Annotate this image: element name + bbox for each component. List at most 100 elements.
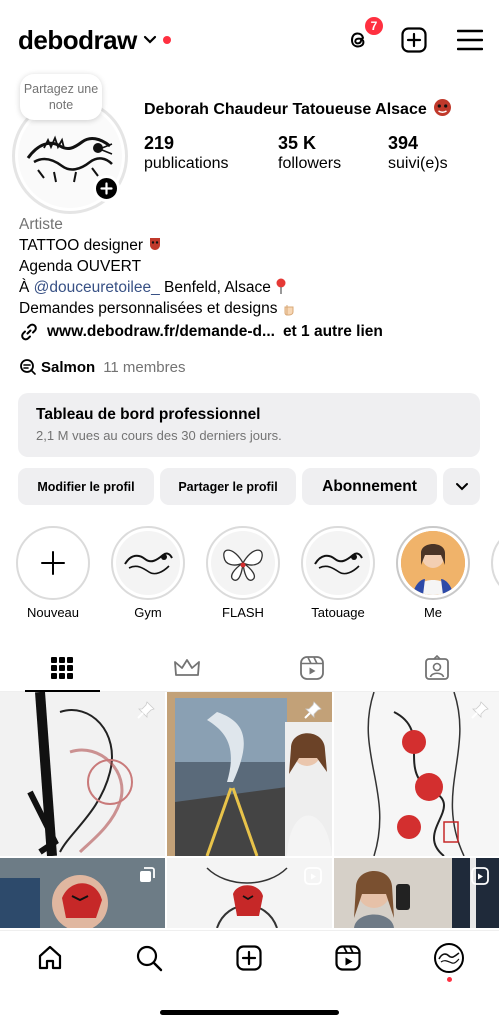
search-icon [136, 945, 163, 972]
link-url[interactable]: www.debodraw.fr/demande-d... [47, 323, 275, 341]
nav-reels[interactable] [333, 943, 363, 973]
nav-home[interactable] [35, 943, 65, 973]
reels-icon [299, 655, 324, 680]
share-profile-button[interactable]: Partager le profil [160, 468, 296, 505]
link-icon [21, 323, 37, 341]
tab-grid[interactable] [0, 644, 125, 692]
threads-button[interactable]: 7 [343, 15, 385, 55]
home-icon [38, 945, 62, 970]
top-actions: 7 [343, 15, 485, 55]
broadcast-channel[interactable]: Salmon 11 membres [19, 358, 185, 376]
full-name-text: Deborah Chaudeur Tatoueuse Alsace [144, 101, 427, 118]
profile-stats: 219 publications 35 K followers 394 suiv… [144, 133, 498, 175]
nav-search[interactable] [134, 943, 164, 973]
pin-icon [470, 700, 490, 725]
add-story-button[interactable] [93, 175, 120, 202]
highlight-label: Me [423, 605, 443, 620]
stat-following[interactable]: 394 suivi(e)s [388, 133, 498, 175]
suggestions-button[interactable] [443, 468, 480, 505]
butterfly-thumbnail [211, 531, 275, 595]
tab-reels[interactable] [250, 644, 375, 691]
bio-line: Demandes personnalisées et designs [19, 298, 483, 319]
highlight-me[interactable]: Me [395, 526, 471, 620]
post-thumbnail[interactable] [167, 858, 332, 928]
post-thumbnail[interactable] [334, 692, 499, 856]
mask-emoji-icon [433, 98, 452, 122]
note-bubble[interactable]: Partagez une note [20, 74, 102, 120]
crown-icon [174, 658, 201, 676]
post-thumbnail[interactable] [0, 692, 165, 856]
channel-icon [20, 359, 36, 375]
profile-tabs [0, 644, 499, 692]
create-icon [236, 945, 262, 971]
stat-label: followers [278, 155, 342, 172]
bio-line-text: TATTOO designer [19, 237, 144, 254]
chevron-down-icon [455, 482, 468, 490]
bottom-navigation [0, 930, 499, 1024]
dashboard-title: Tableau de bord professionnel [36, 406, 261, 423]
bio-line: TATTOO designer [19, 235, 483, 256]
nav-profile[interactable] [434, 943, 464, 973]
external-links[interactable]: www.debodraw.fr/demande-d... et 1 autre … [19, 322, 383, 342]
stat-followers[interactable]: 35 K followers [278, 133, 388, 175]
highlight-label: FLASH [222, 605, 264, 620]
mention-link[interactable]: @douceuretoilee_ [34, 279, 160, 296]
post-thumbnail[interactable] [334, 858, 499, 928]
post-thumbnail[interactable] [0, 858, 165, 928]
more-links[interactable]: et 1 autre lien [283, 323, 383, 341]
menu-button[interactable] [455, 25, 485, 55]
pointing-down-emoji-icon [282, 300, 296, 317]
reel-indicator-icon [470, 866, 490, 891]
stat-label: publications [144, 155, 229, 172]
bio-line-text: Benfeld, Alsace [159, 279, 271, 296]
channel-name: Salmon [41, 358, 96, 376]
tab-subscriptions[interactable] [125, 644, 250, 691]
highlight-label: Tatouage [311, 605, 365, 620]
carousel-icon [138, 866, 156, 889]
threads-badge: 7 [363, 15, 385, 37]
subscription-button[interactable]: Abonnement [302, 468, 437, 505]
pin-emoji-icon [275, 278, 287, 296]
pin-icon [303, 700, 323, 725]
post-thumbnail[interactable] [167, 692, 332, 856]
stat-label: suivi(e)s [388, 155, 448, 172]
dragon-thumbnail [116, 531, 180, 595]
bio-line: Agenda OUVERT [19, 258, 142, 275]
edit-profile-button[interactable]: Modifier le profil [18, 468, 154, 505]
stat-value: 35 K [278, 133, 317, 153]
stat-value: 394 [388, 133, 419, 153]
create-button[interactable] [399, 25, 429, 55]
reel-indicator-icon [303, 866, 323, 891]
highlight-gym[interactable]: Gym [110, 526, 186, 620]
grid-icon [51, 656, 74, 679]
profile-avatar-icon [434, 943, 464, 973]
bio-line-text: Demandes personnalisées et designs [19, 300, 278, 317]
tagged-icon [424, 654, 449, 680]
channel-members: 11 membres [103, 358, 186, 376]
highlight-new[interactable]: Nouveau [15, 526, 91, 620]
professional-dashboard[interactable]: Tableau de bord professionnel 2,1 M vues… [18, 393, 480, 457]
post-grid [0, 692, 499, 928]
plus-icon [100, 182, 113, 195]
bio-line: À @douceuretoilee_ Benfeld, Alsace [19, 277, 483, 298]
plus-icon [41, 551, 65, 575]
notification-dot [447, 977, 452, 982]
highlight-tattoo[interactable]: Tatouage [300, 526, 376, 620]
home-indicator [160, 1010, 339, 1015]
username[interactable]: debodraw [18, 25, 137, 56]
highlight-flash[interactable]: FLASH [205, 526, 281, 620]
highlight-partial[interactable] [490, 526, 499, 600]
tab-tagged[interactable] [374, 644, 499, 691]
dashboard-subtitle: 2,1 M vues au cours des 30 derniers jour… [36, 428, 282, 443]
full-name: Deborah Chaudeur Tatoueuse Alsace [144, 98, 452, 122]
stat-publications[interactable]: 219 publications [144, 133, 278, 175]
bio-line-text: À [19, 279, 34, 296]
highlight-label: Gym [134, 605, 162, 620]
hamburger-icon [457, 29, 483, 51]
chevron-down-icon[interactable] [143, 35, 157, 45]
profile-actions: Modifier le profil Partager le profil Ab… [18, 468, 480, 505]
plus-square-icon [401, 27, 427, 53]
nav-create[interactable] [234, 943, 264, 973]
stat-value: 219 [144, 133, 175, 153]
mask-emoji-icon [147, 237, 163, 254]
